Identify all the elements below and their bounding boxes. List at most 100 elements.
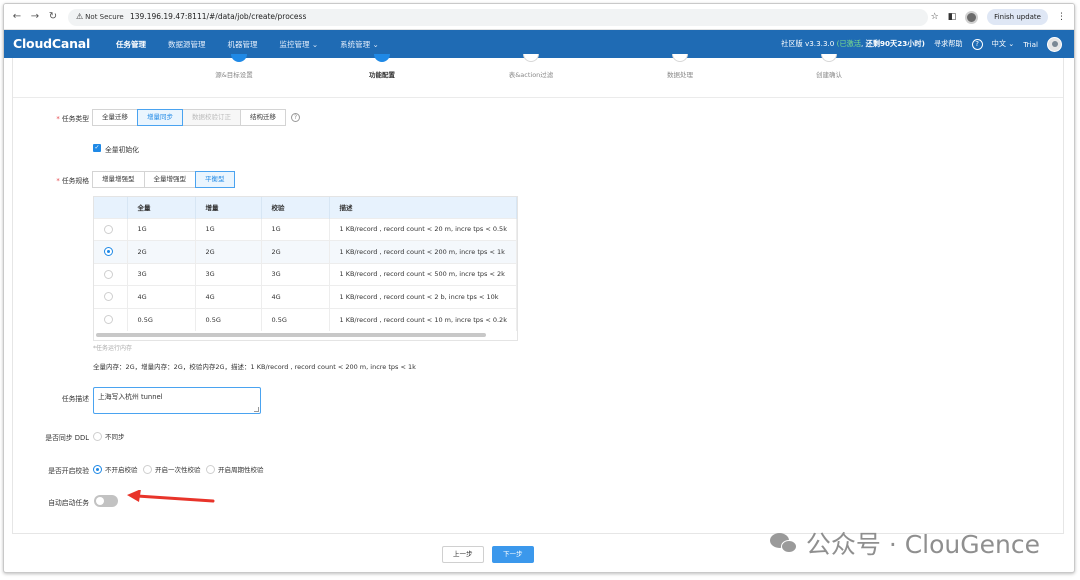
remaining-time: 还剩90天23小时) bbox=[865, 39, 925, 48]
nav-system-management[interactable]: 系统管理 ⌄ bbox=[340, 39, 379, 50]
table-row[interactable]: 3G 3G 3G 1 KB/record , record count < 50… bbox=[94, 262, 517, 286]
spec-label: * 任务规格 bbox=[56, 177, 89, 185]
back-icon[interactable]: ← bbox=[10, 10, 24, 24]
bookmark-star-icon[interactable]: ☆ bbox=[931, 12, 939, 22]
task-desc-label: 任务描述 bbox=[61, 395, 89, 403]
cell-full: 4G bbox=[127, 285, 196, 308]
row-radio[interactable] bbox=[104, 247, 113, 257]
cell-description: 1 KB/record , record count < 200 m, incr… bbox=[329, 240, 517, 263]
row-radio[interactable] bbox=[104, 292, 113, 302]
cell-incremental: 1G bbox=[195, 217, 262, 241]
activated-status: (已激活 bbox=[836, 39, 862, 48]
nav-machine-management[interactable]: 机器管理 bbox=[228, 39, 258, 50]
col-header-full: 全量 bbox=[127, 197, 196, 218]
memory-hint: *任务运行内存 bbox=[93, 345, 133, 352]
main-content: 源&目标设置 功能配置 表&action过滤 数据处理 创建确认 * 任务类型 全… bbox=[12, 54, 1064, 534]
spec-balanced[interactable]: 平衡型 bbox=[195, 171, 235, 188]
step-5-dot bbox=[821, 54, 837, 62]
side-panel-icon[interactable]: ◧ bbox=[948, 12, 957, 22]
step-1[interactable]: 源&目标设置 bbox=[215, 69, 253, 79]
verify-once-radio[interactable] bbox=[143, 464, 152, 474]
task-type-data-verify: 数据校验订正 bbox=[182, 109, 241, 126]
full-init-label[interactable]: 全量初始化 bbox=[105, 144, 139, 154]
ddl-option-no-sync[interactable]: 不同步 bbox=[93, 431, 125, 441]
security-indicator[interactable]: ⚠ Not Secure bbox=[76, 12, 124, 21]
auto-start-toggle[interactable] bbox=[94, 495, 118, 507]
full-init-checkbox[interactable]: ✓ bbox=[93, 144, 101, 152]
user-name[interactable]: Trial bbox=[1023, 40, 1038, 49]
browser-actions: ☆ ◧ Finish update ⋮ bbox=[931, 8, 1066, 26]
verify-periodic-radio[interactable] bbox=[206, 464, 215, 474]
table-horizontal-scrollbar[interactable] bbox=[96, 333, 486, 337]
nav-datasource-management[interactable]: 数据源管理 bbox=[168, 39, 206, 50]
row-radio[interactable] bbox=[104, 269, 113, 279]
address-bar[interactable]: ⚠ Not Secure 139.196.19.47:8111/#/data/jo… bbox=[68, 9, 928, 26]
cell-incremental: 0.5G bbox=[195, 307, 262, 331]
cell-full: 2G bbox=[127, 240, 196, 263]
wechat-icon bbox=[769, 531, 800, 555]
help-link[interactable]: 寻求帮助 bbox=[934, 39, 963, 49]
finish-update-button[interactable]: Finish update bbox=[987, 9, 1048, 25]
task-desc-textarea[interactable]: 上海写入杭州 tunnel bbox=[93, 387, 261, 414]
step-2[interactable]: 功能配置 bbox=[369, 69, 395, 79]
cell-incremental: 2G bbox=[195, 240, 262, 263]
cell-description: 1 KB/record , record count < 2 b, incre … bbox=[329, 285, 517, 308]
col-header-verify: 校验 bbox=[261, 197, 330, 218]
table-row[interactable]: 0.5G 0.5G 0.5G 1 KB/record , record coun… bbox=[94, 307, 517, 331]
verify-label: 是否开启校验 bbox=[48, 467, 89, 475]
forward-icon[interactable]: → bbox=[28, 10, 42, 24]
cell-full: 1G bbox=[127, 217, 196, 241]
col-header-description: 描述 bbox=[329, 197, 517, 218]
watermark: 公众号 · ClouGence bbox=[769, 525, 1040, 561]
cell-description: 1 KB/record , record count < 10 m, incre… bbox=[329, 307, 517, 331]
table-header-row: 全量 增量 校验 描述 bbox=[94, 197, 517, 218]
step-3[interactable]: 表&action过滤 bbox=[509, 69, 554, 79]
cell-verify: 4G bbox=[261, 285, 330, 308]
spec-incremental-enhanced[interactable]: 增量增强型 bbox=[92, 171, 145, 188]
reload-icon[interactable]: ↻ bbox=[46, 10, 60, 24]
row-radio[interactable] bbox=[104, 224, 113, 234]
cell-description: 1 KB/record , record count < 500 m, incr… bbox=[329, 262, 517, 286]
task-type-full-migration[interactable]: 全量迁移 bbox=[92, 109, 138, 126]
table-row[interactable]: 1G 1G 1G 1 KB/record , record count < 20… bbox=[94, 217, 517, 241]
ddl-radio[interactable] bbox=[93, 431, 102, 441]
spec-table-grid: 全量 增量 校验 描述 1G 1G 1G 1 KB/record , recor… bbox=[94, 197, 517, 331]
cell-full: 0.5G bbox=[127, 307, 196, 331]
user-avatar[interactable] bbox=[1047, 36, 1062, 52]
verify-off-radio[interactable] bbox=[93, 464, 102, 474]
question-icon[interactable]: ? bbox=[971, 38, 983, 50]
wizard-steps: 源&目标设置 功能配置 表&action过滤 数据处理 创建确认 bbox=[13, 54, 1063, 98]
nav-task-management[interactable]: 任务管理 bbox=[116, 39, 146, 50]
prev-step-button[interactable]: 上一步 bbox=[442, 546, 484, 563]
step-4-dot bbox=[672, 54, 688, 62]
annotation-arrow bbox=[127, 490, 215, 503]
top-nav: 任务管理 数据源管理 机器管理 监控管理 ⌄ 系统管理 ⌄ bbox=[116, 30, 379, 58]
cell-verify: 1G bbox=[261, 217, 330, 241]
next-step-button[interactable]: 下一步 bbox=[492, 546, 534, 563]
menu-dots-icon[interactable]: ⋮ bbox=[1057, 12, 1066, 22]
verify-option-periodic[interactable]: 开启周期性校验 bbox=[206, 464, 264, 474]
step-5[interactable]: 创建确认 bbox=[816, 69, 842, 79]
task-type-label: * 任务类型 bbox=[56, 115, 89, 123]
question-circle-icon[interactable]: ? bbox=[291, 113, 300, 122]
task-type-incremental-sync[interactable]: 增量同步 bbox=[137, 109, 183, 126]
spec-group: 增量增强型 全量增强型 平衡型 bbox=[92, 171, 235, 188]
cell-verify: 2G bbox=[261, 240, 330, 263]
table-row[interactable]: 4G 4G 4G 1 KB/record , record count < 2 … bbox=[94, 285, 517, 308]
col-header-incremental: 增量 bbox=[195, 197, 262, 218]
row-radio[interactable] bbox=[104, 315, 113, 324]
verify-option-off[interactable]: 不开启校验 bbox=[93, 464, 138, 474]
spec-full-enhanced[interactable]: 全量增强型 bbox=[143, 171, 196, 188]
verify-option-once[interactable]: 开启一次性校验 bbox=[143, 464, 201, 474]
url-text[interactable]: 139.196.19.47:8111/#/data/job/create/pro… bbox=[130, 12, 306, 21]
app-logo[interactable]: CloudCanal bbox=[13, 36, 90, 51]
task-type-group: 全量迁移 增量同步 数据校验订正 结构迁移 bbox=[92, 109, 286, 126]
table-row[interactable]: 2G 2G 2G 1 KB/record , record count < 20… bbox=[94, 240, 517, 263]
step-4[interactable]: 数据处理 bbox=[667, 69, 693, 79]
profile-avatar[interactable] bbox=[965, 10, 979, 24]
step-1-dot bbox=[231, 54, 247, 62]
language-select[interactable]: 中文 ⌄ bbox=[992, 39, 1015, 49]
task-type-schema-migration[interactable]: 结构迁移 bbox=[240, 109, 286, 126]
auto-start-label: 自动启动任务 bbox=[48, 499, 89, 507]
nav-monitor-management[interactable]: 监控管理 ⌄ bbox=[280, 39, 319, 50]
